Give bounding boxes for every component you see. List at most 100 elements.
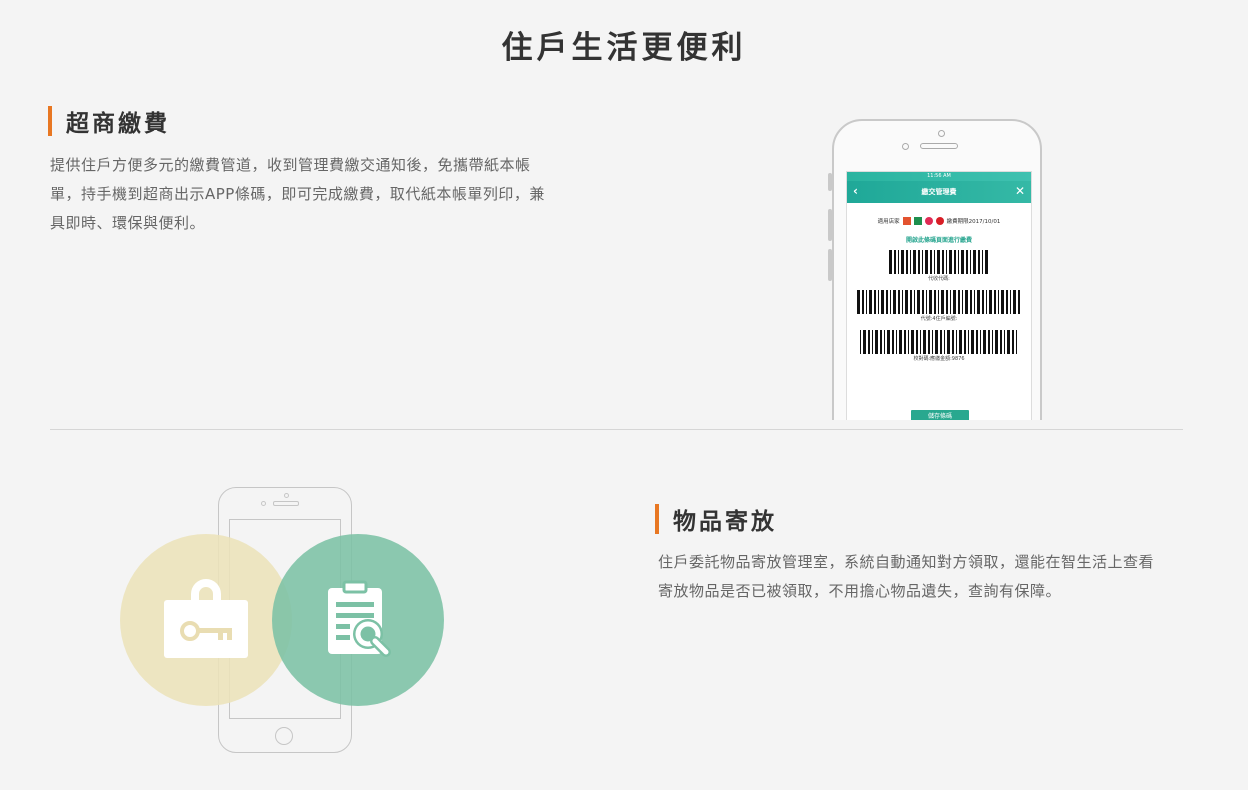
barcode-stripe [947, 330, 950, 354]
barcode-stripe [980, 330, 981, 354]
barcode-stripe [902, 290, 903, 314]
phone-home-button-icon [275, 727, 293, 745]
barcode-2-label: 代號:4住戶編號: [920, 316, 958, 322]
section-convenience-store-header: 超商繳費 [48, 104, 170, 138]
barcode-hint: 開啟此條碼頁面進行繳費 [905, 237, 972, 244]
section-package-storage-description: 住戶委託物品寄放管理室，系統自動通知對方領取，還能在智生活上查看 寄放物品是否已… [658, 548, 1198, 606]
barcode-graphic [857, 290, 1020, 314]
barcode-stripe [932, 330, 933, 354]
barcode-1-label: 代收代碼: [928, 276, 950, 282]
barcode-stripe [983, 330, 986, 354]
barcode-stripe [1018, 290, 1020, 314]
barcode-stripe [1006, 290, 1008, 314]
barcode-stripe [992, 330, 993, 354]
barcode-stripe [863, 330, 866, 354]
barcode-stripe [920, 330, 921, 354]
barcode-stripe [1012, 330, 1014, 354]
barcode-stripe [934, 250, 935, 274]
barcode-stripe [973, 250, 976, 274]
barcode-stripe [944, 330, 945, 354]
store-logo-icon [924, 217, 933, 225]
barcode-3 [860, 330, 1018, 354]
barcode-stripe [875, 330, 878, 354]
barcode-stripe [1016, 330, 1017, 354]
store-row: 適用店家 繳費期限2017/10/01 [847, 217, 1031, 225]
barcode-stripe [890, 290, 891, 314]
barcode-stripe [899, 330, 902, 354]
accent-bar [48, 106, 52, 136]
phone-sensor-icon [902, 143, 909, 150]
phone-side-button [828, 209, 832, 241]
barcode-stripe [949, 250, 952, 274]
barcode-stripe [898, 290, 900, 314]
barcode-stripe [941, 290, 944, 314]
barcode-stripe [985, 250, 988, 274]
barcode-stripe [942, 250, 944, 274]
description-line: 住戶委託物品寄放管理室，系統自動通知對方領取，還能在智生活上查看 [658, 553, 1155, 571]
locker-key-icon [164, 579, 248, 658]
barcode-stripe [860, 330, 861, 354]
barcode-stripe [970, 250, 971, 274]
barcode-stripe [959, 330, 962, 354]
barcode-graphic [860, 330, 1017, 354]
barcode-stripe [908, 330, 909, 354]
description-line: 提供住戶方便多元的繳費管道，收到管理費繳交通知後，免攜帶紙本帳 [50, 156, 531, 174]
barcode-stripe [956, 330, 957, 354]
barcode-stripe [958, 290, 960, 314]
barcode-stripe [958, 250, 959, 274]
barcode-stripe [928, 330, 930, 354]
barcode-stripe [938, 290, 939, 314]
barcode-stripe [878, 290, 879, 314]
barcode-stripe [974, 290, 975, 314]
store-logo-icon [902, 217, 911, 225]
back-arrow-icon[interactable]: ‹ [853, 184, 858, 198]
store-logo-icon [935, 217, 944, 225]
barcode-stripe [1013, 290, 1016, 314]
phone-speaker-icon [920, 143, 958, 149]
barcode-stripe [911, 330, 914, 354]
barcode-stripe [964, 330, 966, 354]
barcode-stripe [910, 290, 912, 314]
barcode-stripe [892, 330, 894, 354]
barcode-stripe [917, 290, 920, 314]
barcode-stripe [926, 290, 927, 314]
barcode-stripe [905, 290, 908, 314]
phone-frame: 11:56 AM ‹ 繳交管理費 ✕ 適用店家 繳費期限2017/10/01 開… [828, 119, 1042, 420]
barcode-stripe [935, 330, 938, 354]
app-header-title: 繳交管理費 [921, 188, 957, 196]
accent-bar [655, 504, 659, 534]
barcode-stripe [971, 330, 974, 354]
barcode-stripe [925, 250, 928, 274]
save-barcode-button[interactable]: 儲存條碼 [911, 410, 969, 420]
barcode-stripe [1001, 290, 1004, 314]
close-icon[interactable]: ✕ [1015, 184, 1025, 198]
barcode-stripe [880, 330, 882, 354]
store-logo-icon [913, 217, 922, 225]
barcode-stripe [881, 290, 884, 314]
barcode-2 [857, 290, 1021, 314]
barcode-stripe [862, 290, 864, 314]
description-line: 寄放物品是否已被領取，不用擔心物品遺失，查詢有保障。 [658, 582, 1062, 600]
barcode-stripe [950, 290, 951, 314]
phone-sensor-icon [284, 493, 289, 498]
barcode-stripe [962, 290, 963, 314]
section-divider [50, 429, 1183, 430]
barcode-stripe [952, 330, 954, 354]
barcode-stripe [857, 290, 860, 314]
barcode-stripe [934, 290, 936, 314]
barcode-stripe [961, 250, 964, 274]
barcode-stripe [914, 290, 915, 314]
barcode-stripe [894, 250, 896, 274]
app-status-bar: 11:56 AM [847, 172, 1031, 181]
barcode-stripe [976, 330, 978, 354]
barcode-stripe [937, 250, 940, 274]
phone-screen: 11:56 AM ‹ 繳交管理費 ✕ 適用店家 繳費期限2017/10/01 開… [846, 171, 1032, 420]
barcode-stripe [922, 290, 924, 314]
barcode-stripe [940, 330, 942, 354]
barcode-stripe [995, 330, 998, 354]
barcode-3-label: 校對碼:應繳金額:9876 [913, 356, 965, 362]
barcode-stripe [916, 330, 918, 354]
barcode-stripe [904, 330, 906, 354]
locker-circle [120, 534, 292, 706]
barcode-stripe [989, 290, 992, 314]
